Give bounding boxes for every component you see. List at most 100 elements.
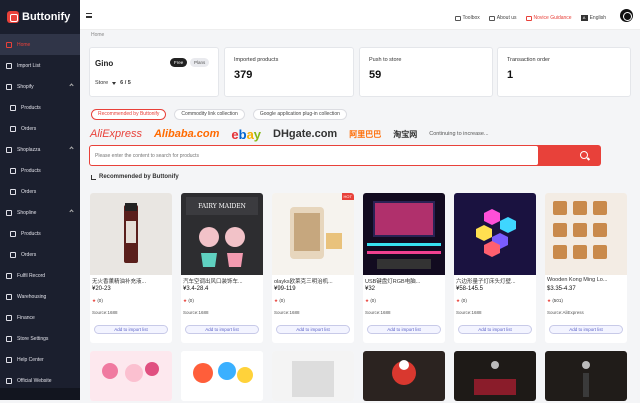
add-to-import-button[interactable]: Add to import list [94,325,168,334]
top-bar: Toolbox About us Novice Guidance A Englis… [80,0,640,30]
breadcrumb[interactable]: Home [91,32,104,38]
sidebar-item-fulfil-record[interactable]: Fulfil Record [0,265,80,286]
list-icon [6,62,12,69]
sidebar-item-shopify-orders[interactable]: Orders [0,118,80,139]
stat-label: Push to store [369,57,402,63]
product-card-partial[interactable] [272,351,354,401]
product-source: Source:1688 [183,310,209,315]
product-card[interactable]: HOT olayks欧莱克三明治机... ¥99-119 ★ (0) Sourc… [272,193,354,343]
help-icon [6,356,12,363]
sidebar-item-shopline[interactable]: Shopline [0,202,80,223]
language-selector[interactable]: A English [580,15,606,21]
star-icon: ★ [183,298,188,303]
home-icon [6,41,12,48]
menu-toggle-icon[interactable] [86,13,92,18]
sidebar-footer [0,388,80,400]
search-icon[interactable] [580,151,588,159]
stat-value: 1 [507,69,514,81]
about-label: About us [496,15,517,21]
sidebar-item-home[interactable]: Home [0,34,80,55]
hot-badge: HOT [341,193,354,200]
search-input[interactable] [90,146,538,165]
sidebar-item-finance[interactable]: Finance [0,307,80,328]
sidebar-item-warehousing[interactable]: Warehousing [0,286,80,307]
search-bar [89,145,601,166]
toolbox-icon [454,15,461,21]
sidebar-item-help-center[interactable]: Help Center [0,349,80,370]
sidebar-item-shoplazza-orders[interactable]: Orders [0,181,80,202]
tab-recommended[interactable]: Recommended by Buttonify [91,109,167,120]
tab-commodity-link[interactable]: Commodity link collection [174,109,245,120]
product-card[interactable]: Wooden Kong Ming Lo... $3.35-4.37 ★ (501… [545,193,627,343]
sidebar-item-shoplazza[interactable]: Shoplazza [0,139,80,160]
platform-logos: AliExpress Alibaba.com ebay DHgate.com 阿… [90,126,540,142]
caret-down-icon [112,81,117,85]
toolbox-label: Toolbox [462,15,480,21]
store-selector[interactable]: Store 6 / 5 [95,80,131,86]
taobao-logo[interactable]: 淘宝网 [393,130,417,138]
rating-count: (0) [188,298,194,303]
sidebar-item-shopify-products[interactable]: Products [0,97,80,118]
tab-google-plugin[interactable]: Google application plug-in collection [252,109,347,120]
sidebar-item-label: Help Center [17,356,44,363]
product-image [363,351,445,401]
product-card[interactable]: 六边形量子灯床头灯壁... ¥58-145.5 ★ (0) Source:168… [454,193,536,343]
sidebar-item-shopline-products[interactable]: Products [0,223,80,244]
chevron-up-icon [69,146,74,151]
product-card[interactable]: 无火香薰精油补充液... ¥20-23 ★ (0) Source:1688 Ad… [90,193,172,343]
rating-count: (501) [552,298,563,303]
sidebar-item-label: Orders [21,188,37,195]
sidebar-item-store-settings[interactable]: Store Settings [0,328,80,349]
store-label: Store [95,80,109,86]
sidebar-item-import-list[interactable]: Import List [0,55,80,76]
toolbox-link[interactable]: Toolbox [454,15,480,21]
plans-button[interactable]: Plans [190,58,210,67]
warehouse-icon [6,293,12,300]
product-source: Source:1688 [456,310,482,315]
add-to-import-button[interactable]: Add to import list [367,325,441,334]
sidebar-item-label: Home [17,41,31,48]
product-grid: 无火香薰精油补充液... ¥20-23 ★ (0) Source:1688 Ad… [90,193,630,403]
sidebar-item-shoplazza-products[interactable]: Products [0,160,80,181]
shopline-icon [6,209,12,216]
add-to-import-button[interactable]: Add to import list [458,325,532,334]
star-icon: ★ [456,298,461,303]
rating-count: (0) [97,298,103,303]
product-card-partial[interactable] [181,351,263,401]
product-price: ¥32 [365,286,376,292]
app-name: Buttonify [22,11,71,23]
sidebar-item-shopline-orders[interactable]: Orders [0,244,80,265]
product-source: Source:1688 [365,310,391,315]
product-card-partial[interactable] [545,351,627,401]
box-icon [10,104,16,111]
add-to-import-button[interactable]: Add to import list [549,325,623,334]
globe-icon [6,377,12,384]
add-to-import-button[interactable]: Add to import list [276,325,350,334]
aliexpress-logo[interactable]: AliExpress [90,128,142,140]
ebay-logo[interactable]: ebay [231,127,261,142]
app-logo[interactable]: Buttonify [0,0,80,34]
dhgate-logo[interactable]: DHgate.com [273,128,337,140]
sidebar: Buttonify Home Import List Shopify Produ… [0,0,80,400]
product-card-partial[interactable] [90,351,172,401]
ebay-letter: b [238,126,247,142]
product-title: olayks欧莱克三明治机... [274,279,333,285]
alibaba-logo[interactable]: Alibaba.com [154,128,219,140]
sidebar-item-shopify[interactable]: Shopify [0,76,80,97]
product-image [272,193,354,275]
chart-bars-icon [91,174,96,180]
sidebar-item-label: Shopline [17,209,37,216]
avatar[interactable] [620,9,633,22]
product-card[interactable]: FAIRY MAIDEN 汽车空调出风口装饰车... ¥3.4-28.4 ★ (… [181,193,263,343]
about-link[interactable]: About us [488,15,517,21]
product-card-partial[interactable] [363,351,445,401]
p1688-logo[interactable]: 阿里巴巴 [349,129,381,140]
product-card[interactable]: USB键盘灯RGB电脑... ¥32 ★ (0) Source:1688 Add… [363,193,445,343]
plan-free-badge: Free [170,58,188,67]
guidance-link[interactable]: Novice Guidance [525,15,572,21]
product-price: ¥3.4-28.4 [183,286,209,292]
product-card-partial[interactable] [454,351,536,401]
sidebar-item-label: Products [21,104,41,111]
add-to-import-button[interactable]: Add to import list [185,325,259,334]
collection-tabs: Recommended by Buttonify Commodity link … [91,109,347,120]
